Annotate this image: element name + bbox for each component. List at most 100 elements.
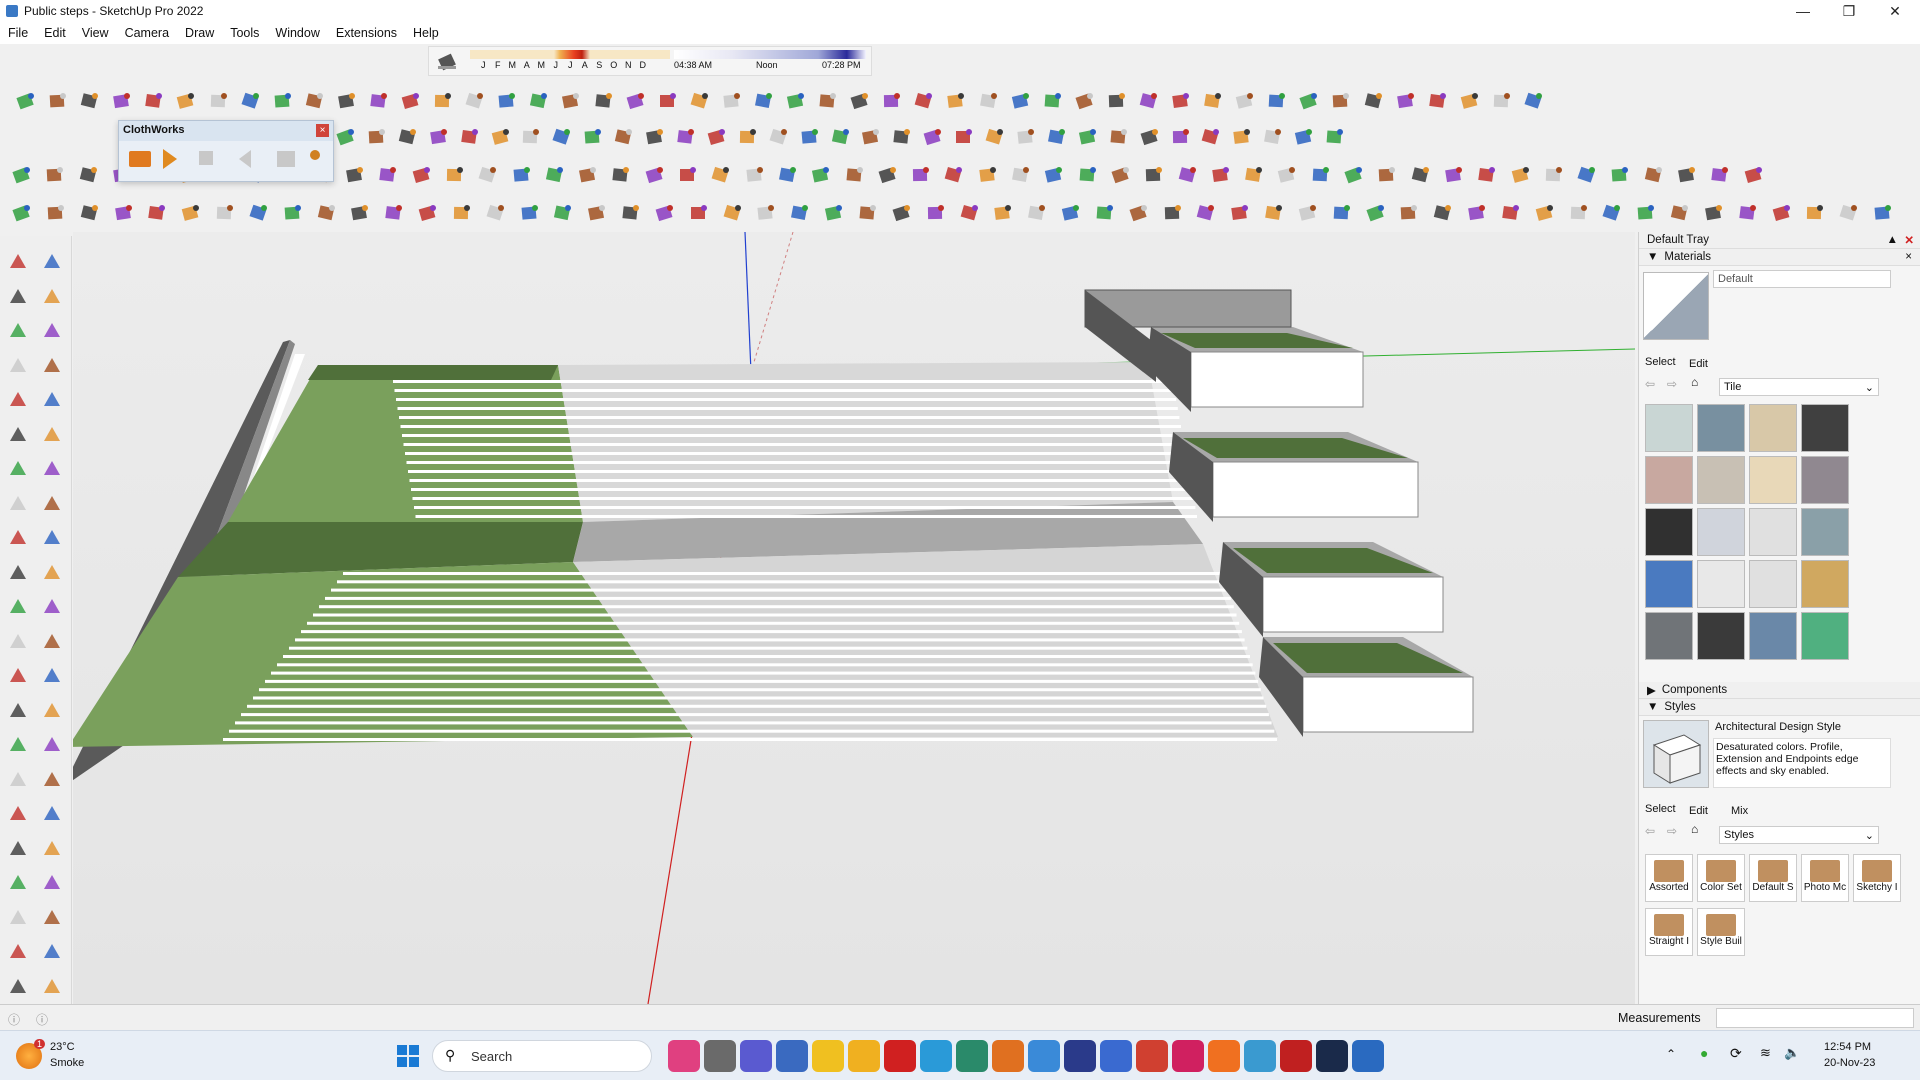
taskbar-app-icon[interactable]	[704, 1040, 736, 1072]
toolbar-tool-icon[interactable]	[1499, 201, 1523, 225]
restore-button[interactable]: ❐	[1826, 0, 1872, 22]
large-tool-icon[interactable]	[40, 699, 64, 723]
toolbar-tool-icon[interactable]	[1076, 163, 1100, 187]
toolbar-tool-icon[interactable]	[207, 89, 231, 113]
large-tool-icon[interactable]	[6, 630, 30, 654]
materials-header[interactable]: ▼ Materials ×	[1639, 249, 1920, 266]
toolbar-tool-icon[interactable]	[1109, 163, 1133, 187]
cloth-run-icon[interactable]	[129, 151, 151, 167]
large-tool-icon[interactable]	[6, 733, 30, 757]
volume-icon[interactable]: 🔈	[1784, 1045, 1800, 1061]
toolbar-tool-icon[interactable]	[1297, 89, 1321, 113]
large-tool-icon[interactable]	[6, 561, 30, 585]
taskbar-app-icon[interactable]	[668, 1040, 700, 1072]
toolbar-tool-icon[interactable]	[431, 89, 455, 113]
home-icon[interactable]: ⌂	[1691, 822, 1698, 836]
menu-extensions[interactable]: Extensions	[328, 26, 405, 40]
styles-select-tab[interactable]: Select	[1645, 803, 1676, 815]
material-swatch[interactable]	[1749, 404, 1797, 452]
toolbar-tool-icon[interactable]	[271, 89, 295, 113]
style-folder[interactable]: Photo Mc	[1801, 854, 1849, 902]
toolbar-tool-icon[interactable]	[609, 163, 633, 187]
large-tool-icon[interactable]	[40, 837, 64, 861]
material-swatch[interactable]	[1801, 612, 1849, 660]
toolbar-tool-icon[interactable]	[592, 89, 616, 113]
toolbar-tool-icon[interactable]	[767, 125, 791, 149]
large-tool-icon[interactable]	[6, 526, 30, 550]
menu-file[interactable]: File	[0, 26, 36, 40]
large-tool-icon[interactable]	[40, 871, 64, 895]
toolbar-tool-icon[interactable]	[247, 201, 271, 225]
large-tool-icon[interactable]	[6, 975, 30, 999]
shadow-month-slider[interactable]	[470, 50, 670, 59]
toolbar-tool-icon[interactable]	[752, 89, 776, 113]
toolbar-tool-icon[interactable]	[1275, 163, 1299, 187]
toolbar-tool-icon[interactable]	[848, 89, 872, 113]
toolbar-tool-icon[interactable]	[676, 163, 700, 187]
toolbar-tool-icon[interactable]	[1342, 163, 1366, 187]
sync-icon[interactable]: ⟳	[1730, 1045, 1742, 1062]
toolbar-tool-icon[interactable]	[1364, 201, 1388, 225]
taskbar-app-icon[interactable]	[1280, 1040, 1312, 1072]
toolbar-tool-icon[interactable]	[1009, 89, 1033, 113]
taskbar-app-icon[interactable]	[1352, 1040, 1384, 1072]
toolbar-tool-icon[interactable]	[396, 125, 420, 149]
toolbar-tool-icon[interactable]	[624, 89, 648, 113]
toolbar-tool-icon[interactable]	[822, 201, 846, 225]
tray-app-icon[interactable]: ●	[1700, 1045, 1708, 1061]
toolbar-tool-icon[interactable]	[674, 125, 698, 149]
toolbar-tool-icon[interactable]	[856, 201, 880, 225]
toolbar-tool-icon[interactable]	[890, 125, 914, 149]
toolbar-tool-icon[interactable]	[1142, 163, 1166, 187]
material-swatch[interactable]	[1697, 508, 1745, 556]
toolbar-tool-icon[interactable]	[543, 163, 567, 187]
toolbar-tool-icon[interactable]	[1138, 125, 1162, 149]
toolbar-tool-icon[interactable]	[551, 201, 575, 225]
material-swatch[interactable]	[1645, 456, 1693, 504]
toolbar-tool-icon[interactable]	[239, 89, 263, 113]
toolbar-tool-icon[interactable]	[1634, 201, 1658, 225]
toolbar-tool-icon[interactable]	[1093, 201, 1117, 225]
toolbar-tool-icon[interactable]	[1169, 89, 1193, 113]
chevron-up-icon[interactable]: ⌃	[1666, 1047, 1676, 1061]
material-swatch[interactable]	[1645, 612, 1693, 660]
toolbar-tool-icon[interactable]	[1803, 201, 1827, 225]
style-folder[interactable]: Style Buil	[1697, 908, 1745, 956]
material-swatch[interactable]	[1801, 508, 1849, 556]
style-folder[interactable]: Straight I	[1645, 908, 1693, 956]
toolbar-tool-icon[interactable]	[1045, 125, 1069, 149]
measurements-input[interactable]	[1716, 1008, 1914, 1028]
back-arrow-icon[interactable]: ⇦	[1645, 824, 1655, 838]
clock-date[interactable]: 20-Nov-23	[1824, 1057, 1875, 1069]
toolbar-tool-icon[interactable]	[1837, 201, 1861, 225]
menu-help[interactable]: Help	[405, 26, 447, 40]
material-swatch[interactable]	[1749, 508, 1797, 556]
toolbar-tool-icon[interactable]	[1465, 201, 1489, 225]
toolbar-tool-icon[interactable]	[643, 125, 667, 149]
style-folder[interactable]: Default S	[1749, 854, 1797, 902]
materials-edit-tab[interactable]: Edit	[1689, 358, 1708, 370]
toolbar-tool-icon[interactable]	[343, 163, 367, 187]
toolbar-tool-icon[interactable]	[1742, 163, 1766, 187]
toolbar-tool-icon[interactable]	[977, 89, 1001, 113]
toolbar-tool-icon[interactable]	[10, 163, 34, 187]
toolbar-tool-icon[interactable]	[1600, 201, 1624, 225]
menu-draw[interactable]: Draw	[177, 26, 222, 40]
toolbar-tool-icon[interactable]	[876, 163, 900, 187]
toolbar-tool-icon[interactable]	[687, 201, 711, 225]
toolbar-tool-icon[interactable]	[1059, 201, 1083, 225]
info-icon[interactable]: ⓘ	[8, 1011, 20, 1028]
toolbar-tool-icon[interactable]	[1127, 201, 1151, 225]
toolbar-tool-icon[interactable]	[983, 125, 1007, 149]
styles-edit-tab[interactable]: Edit	[1689, 805, 1708, 817]
windows-start-icon[interactable]	[396, 1044, 420, 1068]
taskbar-app-icon[interactable]	[1028, 1040, 1060, 1072]
toolbar-tool-icon[interactable]	[1014, 125, 1038, 149]
toolbar-tool-icon[interactable]	[1675, 163, 1699, 187]
materials-collection-select[interactable]: Tile ⌄	[1719, 378, 1879, 396]
toolbar-tool-icon[interactable]	[1608, 163, 1632, 187]
large-tool-icon[interactable]	[40, 354, 64, 378]
toolbar-tool-icon[interactable]	[14, 89, 38, 113]
taskbar-app-icon[interactable]	[1100, 1040, 1132, 1072]
styles-header[interactable]: ▼ Styles	[1639, 699, 1920, 716]
